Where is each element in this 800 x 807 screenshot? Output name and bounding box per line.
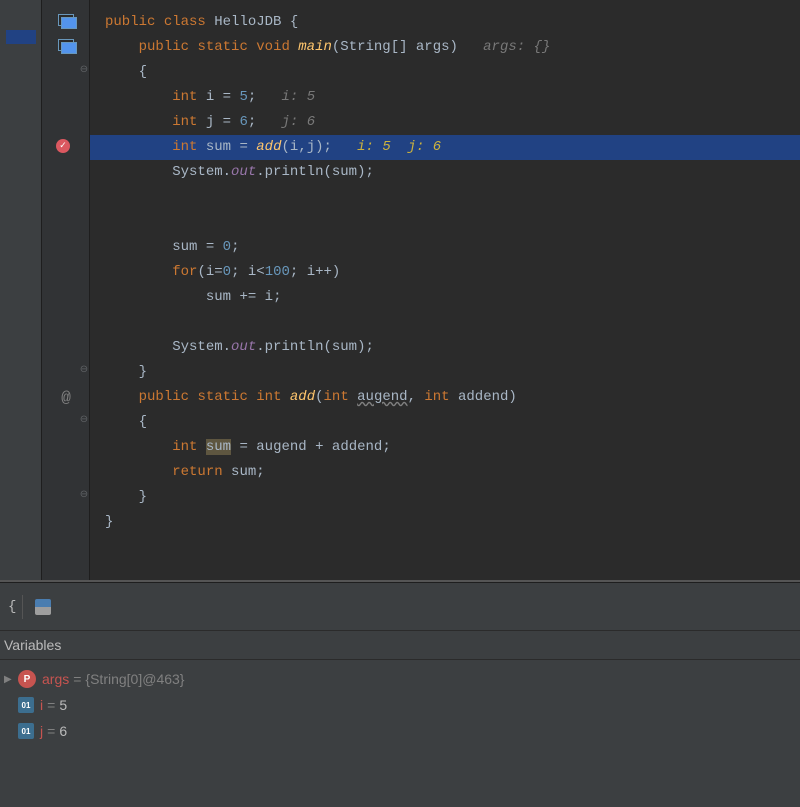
code-line[interactable]: System.out.println(sum); [90,160,800,185]
code-line[interactable]: int i = 5; i: 5 [90,85,800,110]
code-editor[interactable]: public class HelloJDB { public static vo… [90,0,800,580]
fold-close-icon[interactable]: ⊖ [74,489,94,509]
project-tool-window[interactable] [0,0,42,580]
code-line[interactable]: int sum = augend + addend; [90,435,800,460]
variable-row[interactable]: 01 j = 6 [4,718,796,744]
code-line[interactable]: int j = 6; j: 6 [90,110,800,135]
execution-point-icon[interactable] [58,14,78,34]
code-line[interactable]: public static int add(int augend, int ad… [90,385,800,410]
variables-header: Variables [0,631,800,660]
code-line[interactable]: return sum; [90,460,800,485]
execution-point-icon[interactable] [58,39,78,59]
evaluate-expression-icon[interactable] [35,599,51,615]
breakpoint-icon[interactable] [56,139,76,159]
code-line[interactable]: sum += i; [90,285,800,310]
equals-sign: = [47,723,55,739]
code-line[interactable] [90,310,800,335]
variable-row[interactable]: ▶ Pargs = {String[0]@463} [4,666,796,692]
equals-sign: = [73,671,81,687]
variable-name: i [40,697,43,713]
variable-type-icon: 01 [18,697,34,713]
variable-value: 6 [59,723,67,739]
toolbar-divider [22,595,23,619]
fold-open-icon[interactable]: ⊖ [74,64,94,84]
variable-value: 5 [59,697,67,713]
code-line[interactable]: } [90,360,800,385]
code-line[interactable]: } [90,485,800,510]
variable-name: j [40,723,43,739]
equals-sign: = [47,697,55,713]
debug-panel: { Variables ▶ Pargs = {String[0]@463} 01 i … [0,582,800,807]
expand-arrow-icon[interactable]: ▶ [4,674,14,685]
code-line[interactable]: for(i=0; i<100; i++) [90,260,800,285]
variable-type-icon: P [18,670,36,688]
debug-tab-label[interactable]: { [8,599,16,615]
fold-close-icon[interactable]: ⊖ [74,364,94,384]
code-line[interactable]: public class HelloJDB { [90,10,800,35]
variable-row[interactable]: 01 i = 5 [4,692,796,718]
code-line[interactable]: } [90,510,800,535]
variables-list[interactable]: ▶ Pargs = {String[0]@463} 01 i = 5 01 j = 6 [0,660,800,750]
fold-open-icon[interactable]: ⊖ [74,414,94,434]
variable-name: args [42,671,69,687]
code-line[interactable] [90,185,800,210]
code-line[interactable]: System.out.println(sum); [90,335,800,360]
variable-type-icon: 01 [18,723,34,739]
code-line[interactable]: int sum = add(i,j); i: 5 j: 6 [90,135,800,160]
code-line[interactable]: { [90,410,800,435]
override-icon[interactable]: @ [56,389,76,409]
project-selection[interactable] [6,30,36,44]
editor-gutter[interactable]: ⊖⊖@⊖⊖ [42,0,90,580]
code-line[interactable] [90,210,800,235]
variable-value: {String[0]@463} [85,671,184,687]
code-line[interactable]: { [90,60,800,85]
debug-toolbar: { [0,583,800,631]
editor-container: ⊖⊖@⊖⊖ public class HelloJDB { public sta… [0,0,800,580]
code-line[interactable]: public static void main(String[] args) a… [90,35,800,60]
code-line[interactable]: sum = 0; [90,235,800,260]
